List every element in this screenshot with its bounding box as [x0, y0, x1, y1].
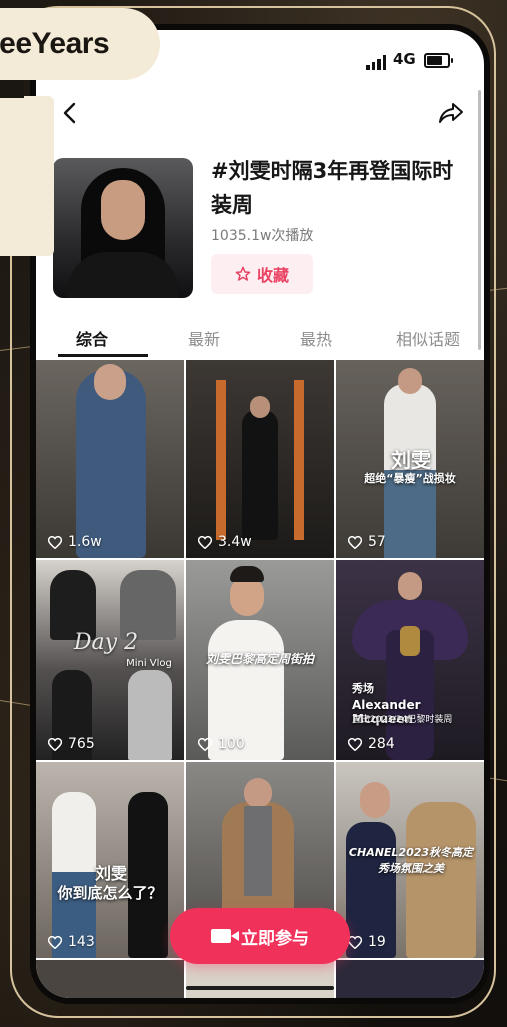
like-count: 765 — [48, 736, 95, 752]
scrollbar[interactable] — [478, 90, 481, 350]
video-card[interactable]: 刘雯 你到底怎么了？ 143 — [36, 762, 184, 958]
like-count: 19 — [348, 934, 386, 950]
tab-bar: 综合 最新 最热 相似话题 — [36, 318, 484, 358]
heart-icon — [48, 737, 62, 751]
phone-screen: 4G #刘雯时隔3年再登国际时装周 1035.1w次播放 收藏 综合 最新 最热… — [36, 30, 484, 998]
tab-similar-topics[interactable]: 相似话题 — [396, 326, 460, 350]
heart-icon — [198, 737, 212, 751]
heart-icon — [348, 737, 362, 751]
like-count: 143 — [48, 934, 95, 950]
video-overlay-subtitle: 秀场氛围之美 — [378, 862, 444, 875]
video-overlay-title: 刘雯 — [391, 448, 431, 472]
video-overlay-title: CHANEL2023秋冬高定 — [348, 846, 474, 859]
topic-cover-image — [53, 158, 193, 298]
decorative-card — [0, 80, 54, 256]
join-label: 立即参与 — [241, 928, 309, 949]
video-overlay-subtitle: Mini Vlog — [126, 658, 172, 669]
back-arrow-icon[interactable] — [52, 96, 86, 130]
heart-icon — [348, 935, 362, 949]
video-overlay-subtitle: 超绝“暴瘦”战损妆 — [364, 472, 456, 485]
home-indicator[interactable] — [186, 986, 334, 990]
camera-icon — [211, 929, 239, 943]
like-count: 1.6w — [48, 534, 102, 550]
tab-hottest[interactable]: 最热 — [300, 326, 332, 350]
heart-icon — [48, 535, 62, 549]
video-overlay-subtitle: 直击2023/24巴黎时装周 — [352, 715, 453, 725]
video-overlay-title: 刘雯巴黎高定周街拍 — [205, 652, 314, 666]
video-card[interactable]: 3.4w — [186, 360, 334, 558]
play-count: 1035.1w次播放 — [211, 228, 314, 244]
like-count: 57 — [348, 534, 386, 550]
video-card[interactable]: 1.6w — [36, 360, 184, 558]
star-icon — [235, 266, 251, 281]
tab-comprehensive[interactable]: 综合 — [76, 326, 108, 350]
heart-icon — [198, 535, 212, 549]
video-card[interactable]: 秀场 Alexander Mcqueen 直击2023/24巴黎时装周 284 — [336, 560, 484, 760]
network-type: 4G — [393, 50, 416, 68]
brand-text: reeYears — [0, 27, 110, 60]
join-button[interactable]: 立即参与 — [170, 908, 350, 964]
video-card[interactable]: CHANEL2023秋冬高定 秀场氛围之美 19 — [336, 762, 484, 958]
heart-icon — [48, 935, 62, 949]
topic-title: #刘雯时隔3年再登国际时装周 — [211, 159, 454, 217]
video-card[interactable] — [36, 960, 184, 998]
collect-label: 收藏 — [256, 266, 289, 285]
battery-icon — [424, 53, 453, 68]
brand-badge: reeYears — [0, 8, 160, 80]
collect-button[interactable]: 收藏 — [211, 254, 313, 294]
video-overlay-subtitle: 你到底怎么了？ — [57, 884, 163, 902]
video-card[interactable]: 刘雯 超绝“暴瘦”战损妆 57 — [336, 360, 484, 558]
active-tab-indicator — [58, 354, 148, 357]
video-card[interactable]: Day 2 Mini Vlog 765 — [36, 560, 184, 760]
video-card[interactable] — [186, 960, 334, 998]
video-card[interactable]: 刘雯巴黎高定周街拍 100 — [186, 560, 334, 760]
video-card[interactable] — [336, 960, 484, 998]
tab-latest[interactable]: 最新 — [188, 326, 220, 350]
like-count: 284 — [348, 736, 395, 752]
heart-icon — [348, 535, 362, 549]
like-count: 100 — [198, 736, 245, 752]
signal-icon — [366, 54, 388, 70]
video-overlay-title: 刘雯 — [94, 864, 127, 883]
video-overlay-title: Day 2 — [73, 630, 139, 655]
video-overlay-tag: 秀场 — [352, 682, 374, 695]
share-icon[interactable] — [434, 96, 468, 130]
like-count: 3.4w — [198, 534, 252, 550]
